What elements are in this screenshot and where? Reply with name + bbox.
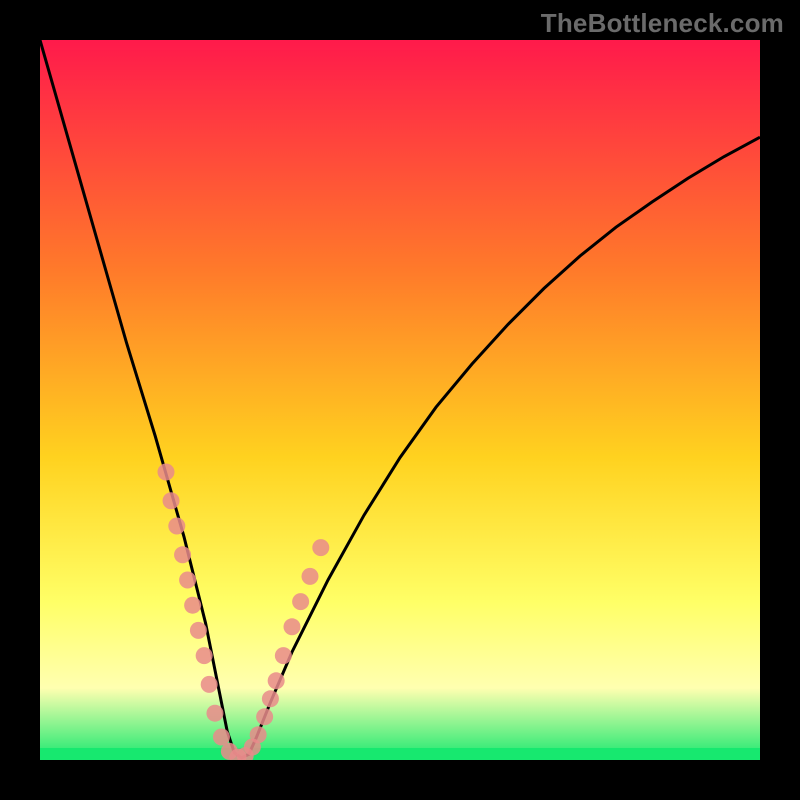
data-marker <box>302 568 319 585</box>
data-marker <box>168 518 185 535</box>
data-marker <box>184 597 201 614</box>
data-marker <box>190 622 207 639</box>
data-marker <box>196 647 213 664</box>
watermark-text: TheBottleneck.com <box>541 8 784 39</box>
baseline-strip <box>40 748 760 760</box>
plot-area <box>40 40 760 760</box>
data-marker <box>206 705 223 722</box>
data-marker <box>201 676 218 693</box>
data-marker <box>179 572 196 589</box>
data-marker <box>262 690 279 707</box>
data-marker <box>213 728 230 745</box>
data-marker <box>292 593 309 610</box>
data-marker <box>256 708 273 725</box>
chart-frame: TheBottleneck.com <box>0 0 800 800</box>
data-marker <box>284 618 301 635</box>
data-marker <box>174 546 191 563</box>
data-marker <box>275 647 292 664</box>
data-marker <box>163 492 180 509</box>
data-marker <box>158 464 175 481</box>
bottleneck-chart <box>40 40 760 760</box>
gradient-background <box>40 40 760 760</box>
data-marker <box>268 672 285 689</box>
data-marker <box>312 539 329 556</box>
data-marker <box>250 726 267 743</box>
